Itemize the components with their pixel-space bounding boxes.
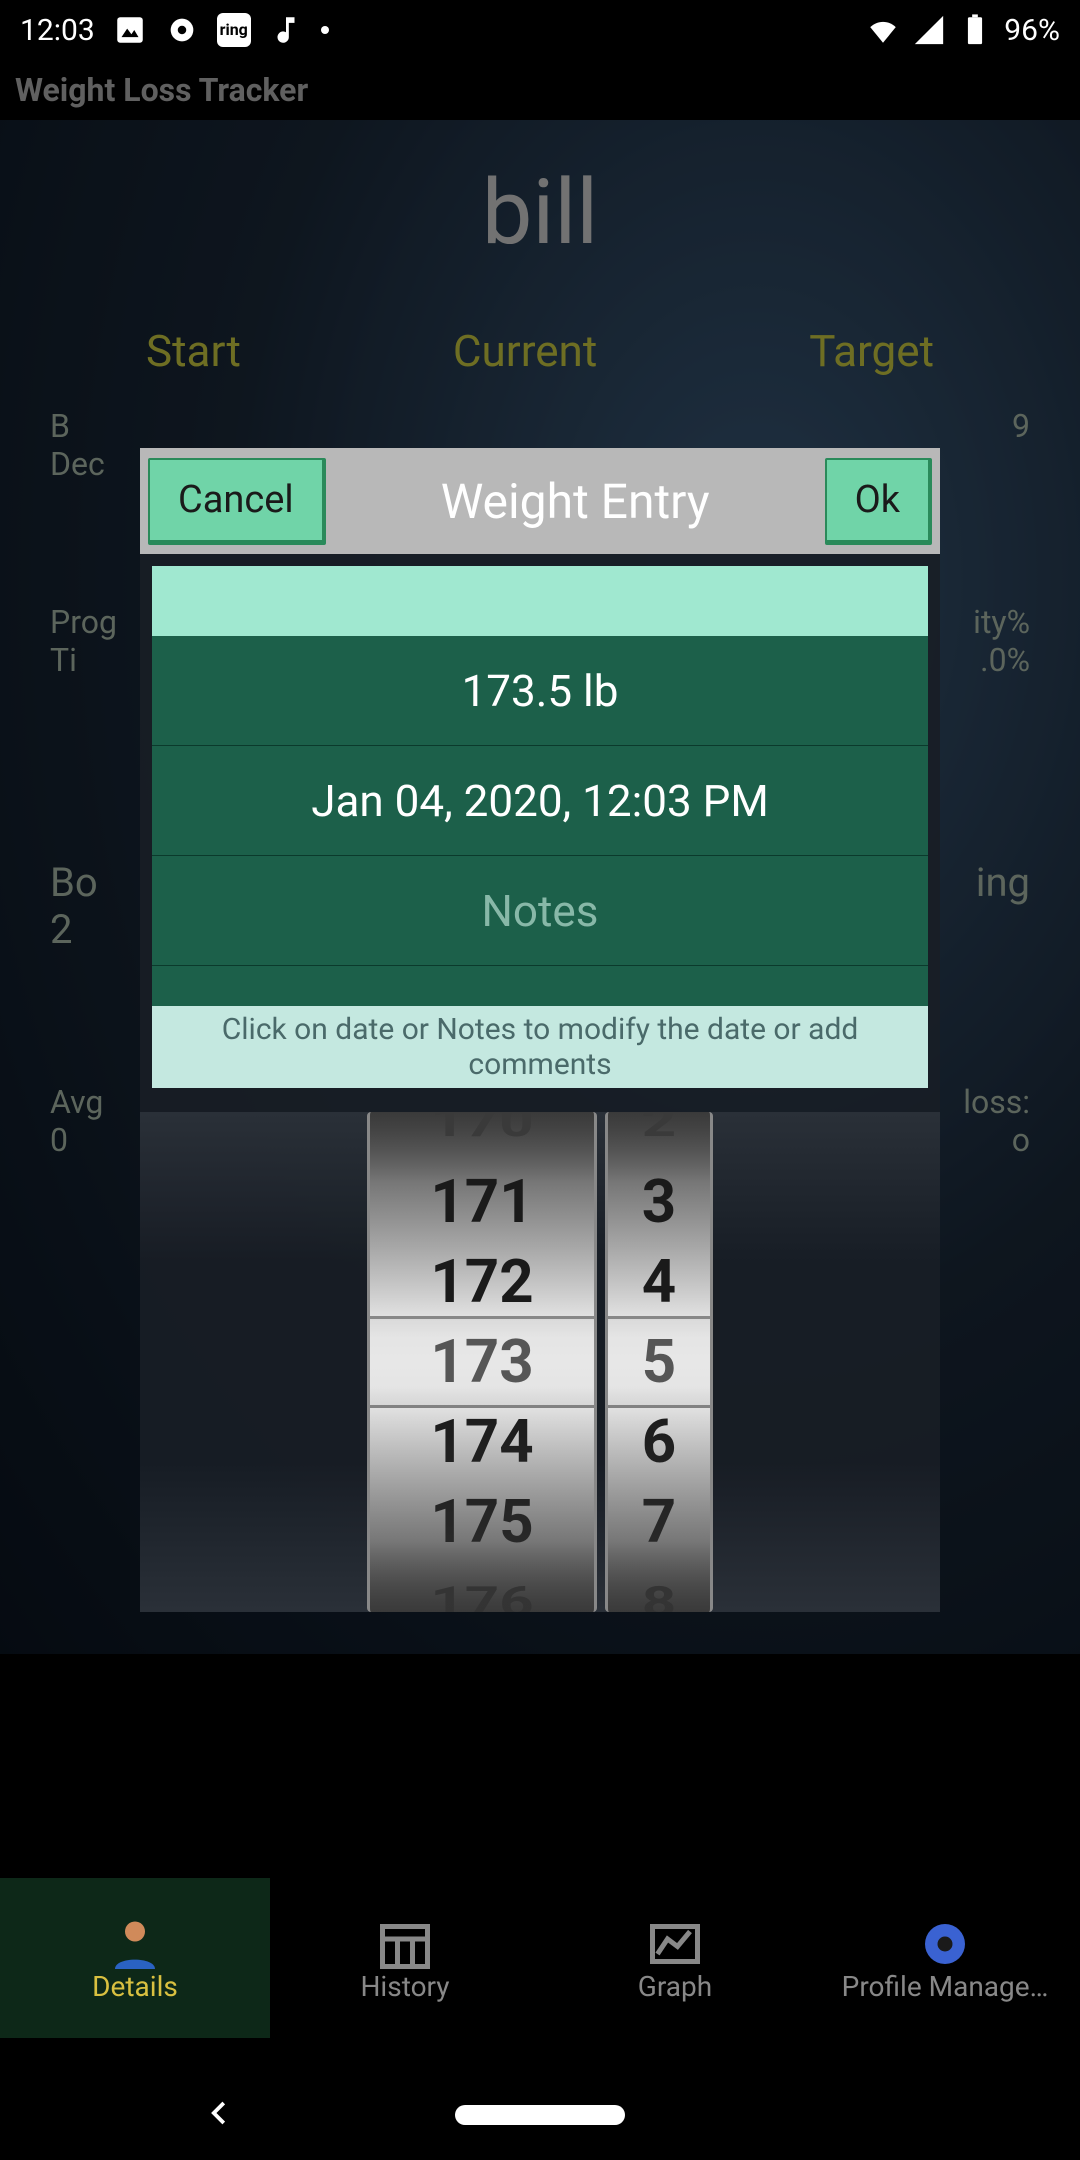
cell-signal-icon xyxy=(912,13,946,47)
status-bar-left: 12:03 ring xyxy=(20,13,329,48)
wheel-item: 175 xyxy=(430,1482,533,1562)
wheel-item: 170 xyxy=(430,1112,533,1150)
wheel-item: 171 xyxy=(430,1162,533,1242)
wheel-item: 2 xyxy=(642,1112,676,1150)
battery-percent: 96% xyxy=(1004,13,1060,48)
tab-profile-manage[interactable]: Profile Manage… xyxy=(810,1878,1080,2038)
tab-details[interactable]: Details xyxy=(0,1878,270,2038)
weight-picker-area: 170 171 172 173 174 175 176 2 3 4 5 6 7 … xyxy=(140,1112,940,1612)
summary-spacer-bottom xyxy=(152,966,928,1006)
wheel-item: 172 xyxy=(430,1242,533,1322)
dialog-header: Cancel Weight Entry Ok xyxy=(140,448,940,554)
status-bar: 12:03 ring 96% xyxy=(0,0,1080,60)
tab-label: Profile Manage… xyxy=(842,1970,1049,2003)
tab-label: Details xyxy=(92,1970,178,2003)
music-note-icon xyxy=(269,13,303,47)
weight-value-row[interactable]: 173.5 lb xyxy=(152,636,928,746)
tab-history[interactable]: History xyxy=(270,1878,540,2038)
notification-dot-icon xyxy=(321,26,329,34)
wheel-item: 4 xyxy=(642,1242,676,1322)
status-time: 12:03 xyxy=(20,13,95,48)
chart-icon xyxy=(645,1914,705,1964)
nav-home-pill[interactable] xyxy=(455,2105,625,2125)
system-nav-bar xyxy=(0,2070,1080,2160)
bottom-tab-bar: Details History Graph Profile Manage… xyxy=(0,1878,1080,2038)
person-icon xyxy=(105,1914,165,1964)
wheel-item-selected: 5 xyxy=(642,1322,676,1402)
wheel-item-selected: 173 xyxy=(430,1322,533,1402)
wheel-item: 7 xyxy=(642,1482,676,1562)
wheel-item: 176 xyxy=(430,1574,533,1612)
calendar-icon xyxy=(375,1914,435,1964)
dialog-body: 173.5 lb Jan 04, 2020, 12:03 PM Notes Cl… xyxy=(140,554,940,1100)
nav-back-button[interactable] xyxy=(205,2098,235,2132)
wheel-item: 8 xyxy=(642,1574,676,1612)
dialog-title: Weight Entry xyxy=(336,473,815,530)
gear-blue-icon xyxy=(915,1914,975,1964)
wheel-item: 174 xyxy=(430,1402,533,1482)
weight-entry-dialog: Cancel Weight Entry Ok 173.5 lb Jan 04, … xyxy=(140,448,940,1612)
status-bar-right: 96% xyxy=(866,13,1060,48)
datetime-row[interactable]: Jan 04, 2020, 12:03 PM xyxy=(152,746,928,856)
gear-icon xyxy=(165,13,199,47)
wheel-item: 3 xyxy=(642,1162,676,1242)
weight-decimal-wheel[interactable]: 2 3 4 5 6 7 8 xyxy=(605,1112,713,1612)
battery-icon xyxy=(958,13,992,47)
tab-graph[interactable]: Graph xyxy=(540,1878,810,2038)
ring-app-icon: ring xyxy=(217,13,251,47)
entry-summary-card: 173.5 lb Jan 04, 2020, 12:03 PM Notes xyxy=(152,566,928,1006)
wheel-item: 6 xyxy=(642,1402,676,1482)
ok-button[interactable]: Ok xyxy=(825,458,932,545)
notes-row[interactable]: Notes xyxy=(152,856,928,966)
photos-icon xyxy=(113,13,147,47)
dialog-hint-text: Click on date or Notes to modify the dat… xyxy=(152,1006,928,1088)
tab-label: History xyxy=(360,1970,449,2003)
tab-label: Graph xyxy=(638,1970,712,2003)
weight-integer-wheel[interactable]: 170 171 172 173 174 175 176 xyxy=(367,1112,597,1612)
summary-spacer-top xyxy=(152,566,928,636)
cancel-button[interactable]: Cancel xyxy=(148,458,326,545)
wifi-icon xyxy=(866,13,900,47)
